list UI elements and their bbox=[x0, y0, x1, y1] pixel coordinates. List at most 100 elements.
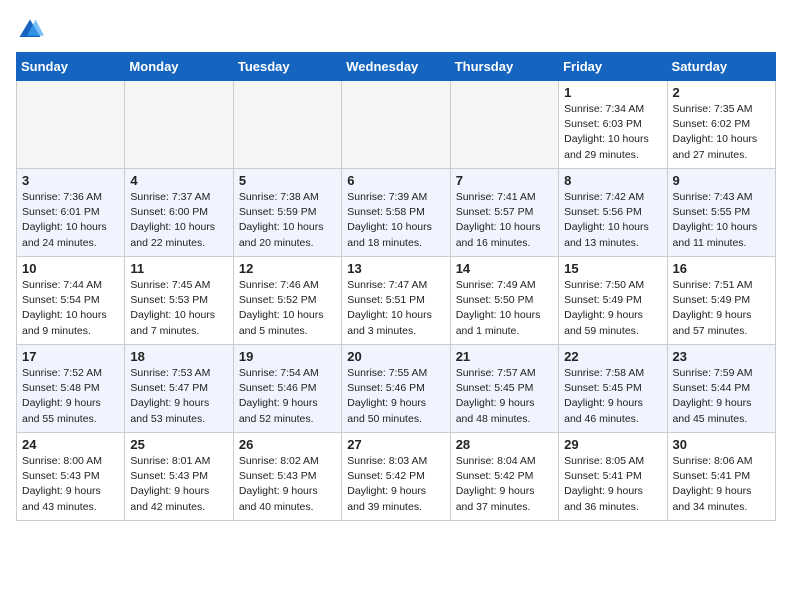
calendar-cell: 21 Sunrise: 7:57 AM Sunset: 5:45 PM Dayli… bbox=[450, 345, 558, 433]
day-number: 26 bbox=[239, 437, 336, 452]
calendar-cell: 14 Sunrise: 7:49 AM Sunset: 5:50 PM Dayli… bbox=[450, 257, 558, 345]
calendar-cell: 28 Sunrise: 8:04 AM Sunset: 5:42 PM Dayli… bbox=[450, 433, 558, 521]
calendar-cell bbox=[233, 81, 341, 169]
day-number: 11 bbox=[130, 261, 227, 276]
calendar-cell: 9 Sunrise: 7:43 AM Sunset: 5:55 PM Daylig… bbox=[667, 169, 775, 257]
day-number: 16 bbox=[673, 261, 770, 276]
day-info: Sunrise: 7:43 AM Sunset: 5:55 PM Dayligh… bbox=[673, 190, 770, 251]
calendar-cell: 2 Sunrise: 7:35 AM Sunset: 6:02 PM Daylig… bbox=[667, 81, 775, 169]
day-info: Sunrise: 8:06 AM Sunset: 5:41 PM Dayligh… bbox=[673, 454, 770, 515]
calendar-cell: 20 Sunrise: 7:55 AM Sunset: 5:46 PM Dayli… bbox=[342, 345, 450, 433]
calendar-cell: 1 Sunrise: 7:34 AM Sunset: 6:03 PM Daylig… bbox=[559, 81, 667, 169]
day-info: Sunrise: 7:35 AM Sunset: 6:02 PM Dayligh… bbox=[673, 102, 770, 163]
day-number: 4 bbox=[130, 173, 227, 188]
weekday-header-thursday: Thursday bbox=[450, 53, 558, 81]
day-info: Sunrise: 7:34 AM Sunset: 6:03 PM Dayligh… bbox=[564, 102, 661, 163]
calendar-cell: 25Sunrise: 8:01 AM Sunset: 5:43 PM Dayli… bbox=[125, 433, 233, 521]
day-info: Sunrise: 7:37 AM Sunset: 6:00 PM Dayligh… bbox=[130, 190, 227, 251]
page-header bbox=[16, 16, 776, 44]
day-info: Sunrise: 7:53 AM Sunset: 5:47 PM Dayligh… bbox=[130, 366, 227, 427]
day-info: Sunrise: 7:42 AM Sunset: 5:56 PM Dayligh… bbox=[564, 190, 661, 251]
weekday-header-friday: Friday bbox=[559, 53, 667, 81]
day-number: 21 bbox=[456, 349, 553, 364]
day-number: 1 bbox=[564, 85, 661, 100]
calendar-cell: 27 Sunrise: 8:03 AM Sunset: 5:42 PM Dayli… bbox=[342, 433, 450, 521]
day-number: 14 bbox=[456, 261, 553, 276]
day-info: Sunrise: 7:47 AM Sunset: 5:51 PM Dayligh… bbox=[347, 278, 444, 339]
calendar-cell: 13 Sunrise: 7:47 AM Sunset: 5:51 PM Dayli… bbox=[342, 257, 450, 345]
weekday-header-sunday: Sunday bbox=[17, 53, 125, 81]
day-number: 12 bbox=[239, 261, 336, 276]
logo-icon bbox=[16, 16, 44, 44]
calendar-table: SundayMondayTuesdayWednesdayThursdayFrid… bbox=[16, 52, 776, 521]
weekday-header-monday: Monday bbox=[125, 53, 233, 81]
day-info: Sunrise: 7:49 AM Sunset: 5:50 PM Dayligh… bbox=[456, 278, 553, 339]
day-number: 25 bbox=[130, 437, 227, 452]
calendar-cell bbox=[450, 81, 558, 169]
weekday-header-wednesday: Wednesday bbox=[342, 53, 450, 81]
day-number: 9 bbox=[673, 173, 770, 188]
day-info: Sunrise: 8:04 AM Sunset: 5:42 PM Dayligh… bbox=[456, 454, 553, 515]
calendar-cell: 29 Sunrise: 8:05 AM Sunset: 5:41 PM Dayli… bbox=[559, 433, 667, 521]
weekday-header-saturday: Saturday bbox=[667, 53, 775, 81]
calendar-cell: 12 Sunrise: 7:46 AM Sunset: 5:52 PM Dayli… bbox=[233, 257, 341, 345]
calendar-cell: 30 Sunrise: 8:06 AM Sunset: 5:41 PM Dayli… bbox=[667, 433, 775, 521]
calendar-cell bbox=[17, 81, 125, 169]
day-info: Sunrise: 8:02 AM Sunset: 5:43 PM Dayligh… bbox=[239, 454, 336, 515]
day-info: Sunrise: 8:05 AM Sunset: 5:41 PM Dayligh… bbox=[564, 454, 661, 515]
calendar-cell: 7 Sunrise: 7:41 AM Sunset: 5:57 PM Daylig… bbox=[450, 169, 558, 257]
calendar-cell: 19 Sunrise: 7:54 AM Sunset: 5:46 PM Dayli… bbox=[233, 345, 341, 433]
calendar-cell: 5 Sunrise: 7:38 AM Sunset: 5:59 PM Daylig… bbox=[233, 169, 341, 257]
day-number: 2 bbox=[673, 85, 770, 100]
day-number: 23 bbox=[673, 349, 770, 364]
day-number: 10 bbox=[22, 261, 119, 276]
calendar-cell bbox=[125, 81, 233, 169]
day-number: 8 bbox=[564, 173, 661, 188]
calendar-cell: 26 Sunrise: 8:02 AM Sunset: 5:43 PM Dayli… bbox=[233, 433, 341, 521]
calendar-cell: 15 Sunrise: 7:50 AM Sunset: 5:49 PM Dayli… bbox=[559, 257, 667, 345]
day-number: 28 bbox=[456, 437, 553, 452]
day-info: Sunrise: 7:51 AM Sunset: 5:49 PM Dayligh… bbox=[673, 278, 770, 339]
day-info: Sunrise: 8:00 AM Sunset: 5:43 PM Dayligh… bbox=[22, 454, 119, 515]
day-info: Sunrise: 7:44 AM Sunset: 5:54 PM Dayligh… bbox=[22, 278, 119, 339]
calendar-cell: 8 Sunrise: 7:42 AM Sunset: 5:56 PM Daylig… bbox=[559, 169, 667, 257]
day-number: 24 bbox=[22, 437, 119, 452]
logo bbox=[16, 16, 48, 44]
calendar-cell: 22 Sunrise: 7:58 AM Sunset: 5:45 PM Dayli… bbox=[559, 345, 667, 433]
calendar-cell: 18Sunrise: 7:53 AM Sunset: 5:47 PM Dayli… bbox=[125, 345, 233, 433]
day-number: 22 bbox=[564, 349, 661, 364]
calendar-cell: 24 Sunrise: 8:00 AM Sunset: 5:43 PM Dayli… bbox=[17, 433, 125, 521]
day-number: 30 bbox=[673, 437, 770, 452]
day-info: Sunrise: 7:46 AM Sunset: 5:52 PM Dayligh… bbox=[239, 278, 336, 339]
day-number: 13 bbox=[347, 261, 444, 276]
day-number: 5 bbox=[239, 173, 336, 188]
day-number: 15 bbox=[564, 261, 661, 276]
calendar-cell: 11 Sunrise: 7:45 AM Sunset: 5:53 PM Dayli… bbox=[125, 257, 233, 345]
calendar-cell: 17 Sunrise: 7:52 AM Sunset: 5:48 PM Dayli… bbox=[17, 345, 125, 433]
day-number: 6 bbox=[347, 173, 444, 188]
day-number: 29 bbox=[564, 437, 661, 452]
calendar-cell: 23Sunrise: 7:59 AM Sunset: 5:44 PM Dayli… bbox=[667, 345, 775, 433]
day-number: 20 bbox=[347, 349, 444, 364]
day-info: Sunrise: 7:36 AM Sunset: 6:01 PM Dayligh… bbox=[22, 190, 119, 251]
day-number: 17 bbox=[22, 349, 119, 364]
weekday-header-tuesday: Tuesday bbox=[233, 53, 341, 81]
day-info: Sunrise: 7:55 AM Sunset: 5:46 PM Dayligh… bbox=[347, 366, 444, 427]
calendar-cell: 10 Sunrise: 7:44 AM Sunset: 5:54 PM Dayli… bbox=[17, 257, 125, 345]
day-info: Sunrise: 7:38 AM Sunset: 5:59 PM Dayligh… bbox=[239, 190, 336, 251]
calendar-cell: 6 Sunrise: 7:39 AM Sunset: 5:58 PM Daylig… bbox=[342, 169, 450, 257]
day-number: 27 bbox=[347, 437, 444, 452]
day-info: Sunrise: 7:52 AM Sunset: 5:48 PM Dayligh… bbox=[22, 366, 119, 427]
day-info: Sunrise: 7:58 AM Sunset: 5:45 PM Dayligh… bbox=[564, 366, 661, 427]
day-info: Sunrise: 7:50 AM Sunset: 5:49 PM Dayligh… bbox=[564, 278, 661, 339]
day-number: 19 bbox=[239, 349, 336, 364]
calendar-cell: 16 Sunrise: 7:51 AM Sunset: 5:49 PM Dayli… bbox=[667, 257, 775, 345]
day-number: 3 bbox=[22, 173, 119, 188]
day-info: Sunrise: 7:45 AM Sunset: 5:53 PM Dayligh… bbox=[130, 278, 227, 339]
day-number: 7 bbox=[456, 173, 553, 188]
day-info: Sunrise: 7:57 AM Sunset: 5:45 PM Dayligh… bbox=[456, 366, 553, 427]
day-info: Sunrise: 7:54 AM Sunset: 5:46 PM Dayligh… bbox=[239, 366, 336, 427]
day-info: Sunrise: 7:39 AM Sunset: 5:58 PM Dayligh… bbox=[347, 190, 444, 251]
day-info: Sunrise: 7:41 AM Sunset: 5:57 PM Dayligh… bbox=[456, 190, 553, 251]
day-info: Sunrise: 8:03 AM Sunset: 5:42 PM Dayligh… bbox=[347, 454, 444, 515]
